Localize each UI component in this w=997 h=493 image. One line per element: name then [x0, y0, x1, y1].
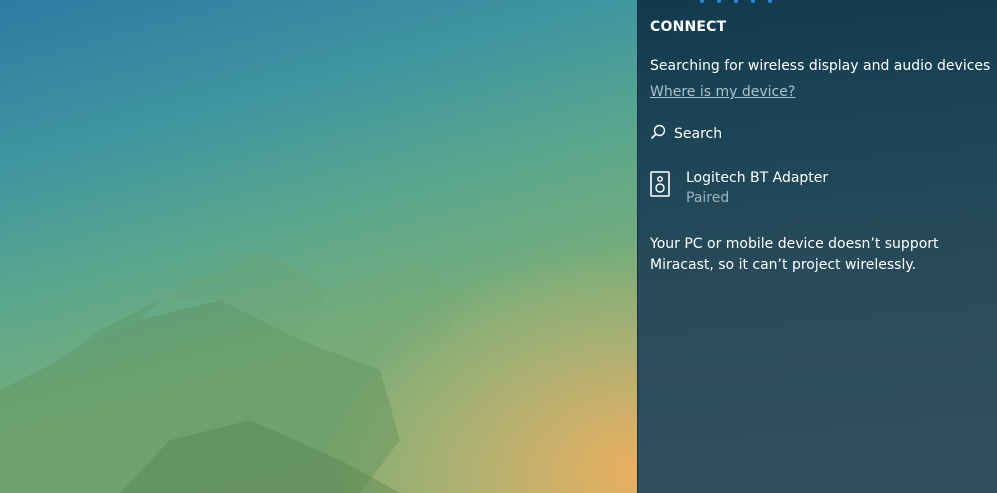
device-text: Logitech BT Adapter Paired — [686, 168, 828, 208]
connect-panel: CONNECT Searching for wireless display a… — [637, 0, 997, 493]
panel-title: CONNECT — [650, 19, 727, 35]
device-name: Logitech BT Adapter — [686, 170, 829, 186]
progress-dot — [717, 0, 721, 3]
wallpaper-pattern — [0, 250, 470, 493]
device-item[interactable]: Logitech BT Adapter Paired — [650, 168, 828, 208]
search-label: Search — [674, 126, 723, 142]
where-is-my-device-link[interactable]: Where is my device? — [650, 84, 795, 100]
screen: CONNECT Searching for wireless display a… — [0, 0, 997, 493]
search-icon — [650, 124, 666, 144]
progress-dot — [734, 0, 738, 3]
progress-dot — [700, 0, 704, 3]
search-button[interactable]: Search — [650, 124, 722, 144]
miracast-notice: Your PC or mobile device doesn’t support… — [650, 236, 939, 273]
search-status-text: Searching for wireless display and audio… — [650, 58, 991, 74]
device-status: Paired — [686, 190, 730, 206]
progress-dot — [751, 0, 755, 3]
progress-dot — [768, 0, 772, 3]
speaker-icon — [650, 171, 670, 201]
progress-dots — [700, 0, 772, 3]
desktop-wallpaper[interactable] — [0, 0, 637, 493]
